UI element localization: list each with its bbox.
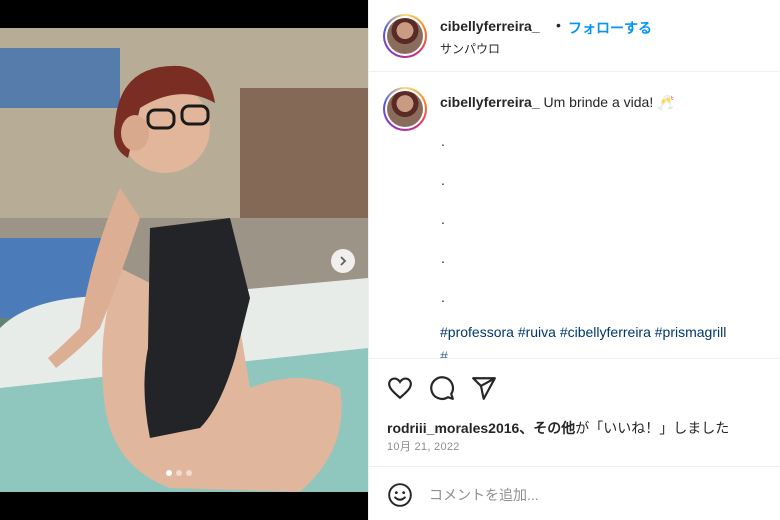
likes-suffix: が「いいね！」しました — [575, 420, 730, 436]
caption-text: Um brinde a vida! 🥂 — [543, 94, 675, 110]
carousel-dot — [166, 470, 172, 476]
share-icon[interactable] — [471, 375, 497, 401]
heart-icon[interactable] — [387, 375, 413, 401]
smiley-icon[interactable] — [387, 482, 413, 508]
caption-section: cibellyferreira_ Um brinde a vida! 🥂 . .… — [369, 73, 780, 358]
caption-hashtags[interactable]: #professora #ruiva #cibellyferreira #pri… — [440, 324, 726, 340]
comment-bar — [369, 466, 780, 520]
carousel-dot — [186, 470, 192, 476]
caption-dot: . — [441, 250, 445, 266]
likes-summary: rodriii_morales2016、その他が「いいね！」しました — [387, 418, 729, 438]
caption-dot: . — [441, 211, 445, 227]
comment-icon[interactable] — [429, 375, 455, 401]
carousel-indicator — [166, 470, 192, 476]
header-separator: • — [556, 17, 561, 33]
location-link[interactable]: サンパウロ — [440, 40, 500, 57]
caption-username[interactable]: cibellyferreira_ — [440, 94, 540, 110]
carousel-dot — [176, 470, 182, 476]
chevron-right-icon — [340, 256, 347, 266]
caption-dot: . — [441, 289, 445, 305]
header-username[interactable]: cibellyferreira_ — [440, 18, 540, 34]
post-photo[interactable] — [0, 28, 368, 492]
post-header: cibellyferreira_ • フォローする サンパウロ — [369, 0, 780, 72]
likes-others[interactable]: 、その他 — [519, 420, 575, 436]
avatar[interactable] — [383, 14, 427, 58]
follow-button[interactable]: フォローする — [568, 18, 652, 38]
action-bar — [369, 358, 780, 418]
caption-dot: . — [441, 133, 445, 149]
caption-dot: . — [441, 172, 445, 188]
caption-avatar[interactable] — [383, 87, 427, 131]
post-details-panel: cibellyferreira_ • フォローする サンパウロ cibellyf… — [368, 0, 780, 520]
photo-illustration — [0, 28, 368, 492]
caption-hashtags-cut[interactable]: #... — [440, 348, 459, 358]
liker-username[interactable]: rodriii_morales2016 — [387, 420, 519, 436]
comment-input[interactable] — [429, 481, 759, 509]
caption-line: cibellyferreira_ Um brinde a vida! 🥂 — [440, 94, 675, 111]
carousel-next-button[interactable] — [331, 249, 355, 273]
post-media — [0, 0, 368, 520]
post-date[interactable]: 10月 21, 2022 — [387, 438, 460, 454]
